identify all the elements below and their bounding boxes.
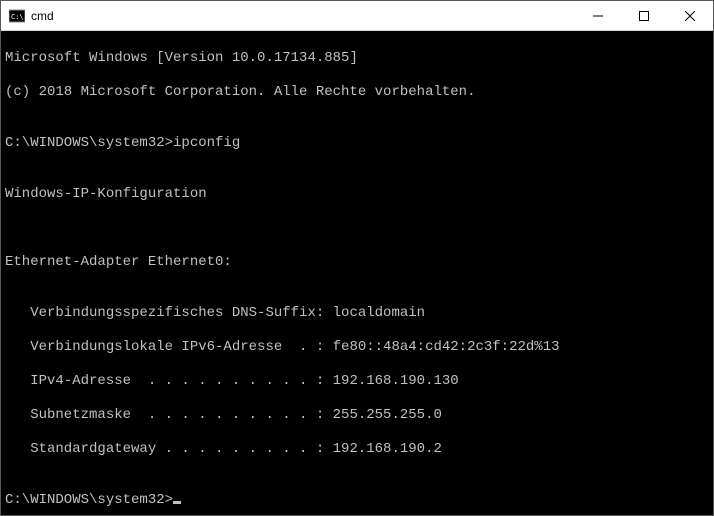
terminal-line: Subnetzmaske . . . . . . . . . . : 255.2… (5, 407, 709, 424)
terminal-line: C:\WINDOWS\system32>ipconfig (5, 135, 709, 152)
titlebar[interactable]: C:\ cmd (1, 1, 713, 31)
cursor (173, 501, 181, 504)
close-button[interactable] (667, 1, 713, 31)
scrollbar[interactable] (697, 31, 713, 515)
terminal-line: Verbindungsspezifisches DNS-Suffix: loca… (5, 305, 709, 322)
terminal-line: (c) 2018 Microsoft Corporation. Alle Rec… (5, 84, 709, 101)
cmd-window: C:\ cmd Microsoft Windows [Version 10.0.… (0, 0, 714, 516)
terminal-line: Microsoft Windows [Version 10.0.17134.88… (5, 50, 709, 67)
terminal-line: Windows-IP-Konfiguration (5, 186, 709, 203)
terminal-line: IPv4-Adresse . . . . . . . . . . : 192.1… (5, 373, 709, 390)
terminal-line: Verbindungslokale IPv6-Adresse . : fe80:… (5, 339, 709, 356)
terminal-line: Ethernet-Adapter Ethernet0: (5, 254, 709, 271)
window-title: cmd (31, 9, 54, 23)
maximize-button[interactable] (621, 1, 667, 31)
cmd-icon: C:\ (9, 8, 25, 24)
minimize-button[interactable] (575, 1, 621, 31)
svg-text:C:\: C:\ (11, 13, 24, 21)
terminal-line: Standardgateway . . . . . . . . . : 192.… (5, 441, 709, 458)
terminal-output[interactable]: Microsoft Windows [Version 10.0.17134.88… (1, 31, 713, 515)
terminal-prompt: C:\WINDOWS\system32> (5, 492, 173, 508)
